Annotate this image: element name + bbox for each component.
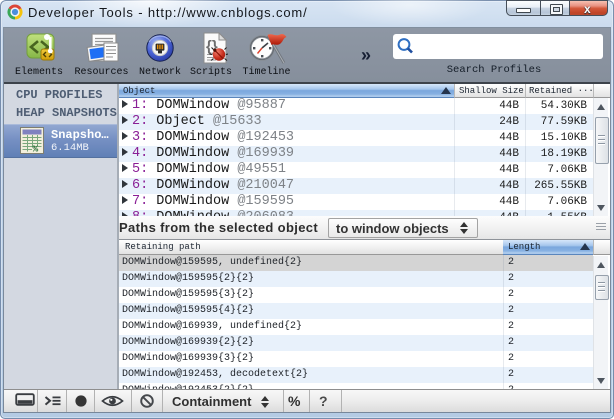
svg-text:%: %: [33, 144, 39, 155]
